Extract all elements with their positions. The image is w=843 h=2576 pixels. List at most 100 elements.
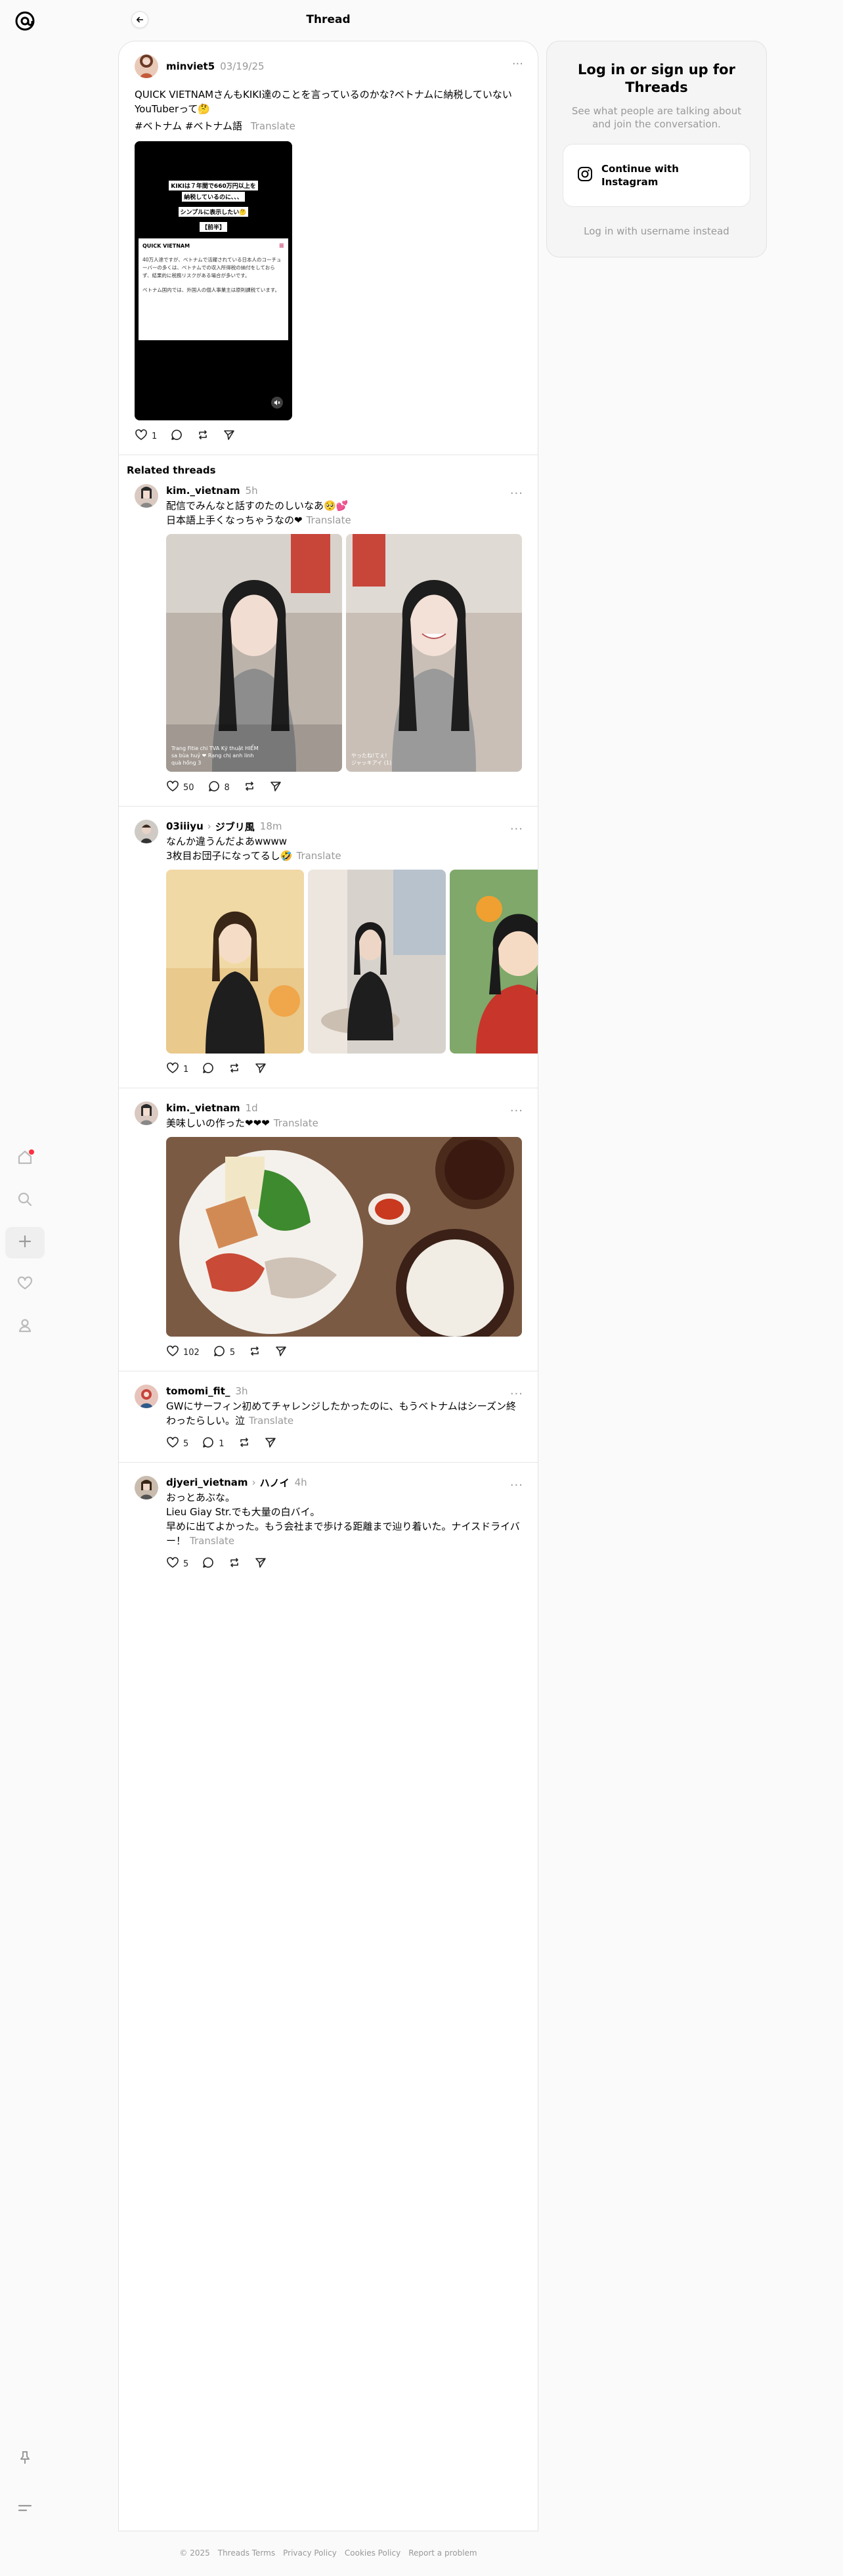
menu-button[interactable] xyxy=(5,2493,45,2525)
translate-link[interactable]: Translate xyxy=(251,120,295,132)
reply-button[interactable] xyxy=(202,1556,215,1572)
avatar[interactable] xyxy=(135,484,158,508)
more-options-icon[interactable]: ··· xyxy=(510,822,523,836)
more-options-icon[interactable]: ··· xyxy=(512,57,523,71)
like-button[interactable]: 50 xyxy=(166,780,194,795)
main-post: minviet5 03/19/25 ··· QUICK VIETNAMさんもKI… xyxy=(119,41,538,455)
comment-icon xyxy=(202,1436,215,1452)
post-time: 5h xyxy=(245,485,258,497)
share-button[interactable] xyxy=(269,780,282,795)
post-time: 3h xyxy=(235,1385,248,1397)
avatar[interactable] xyxy=(135,1476,158,1499)
username-link[interactable]: kim._vietnam xyxy=(166,485,240,497)
comment-icon xyxy=(202,1061,215,1077)
post-text-content: GWにサーフィン初めてチャレンジしたかったのに、もうベトナムはシーズン終わったら… xyxy=(166,1400,517,1427)
topic-tag[interactable]: ハノイ xyxy=(260,1476,290,1490)
video-body-text: 40万人達ですが、ベトナムで活躍されている日本人のコーチューバーの多くは、ベトナ… xyxy=(142,257,282,278)
reply-count: 8 xyxy=(224,782,230,793)
post-image[interactable]: やったね!てぇ! ジャッキアイ (1) xyxy=(346,534,522,772)
post-hashtags[interactable]: #ベトナム #ベトナム語 xyxy=(135,120,242,132)
heart-icon xyxy=(166,1436,179,1452)
reply-button[interactable]: 5 xyxy=(213,1344,235,1360)
post-image[interactable] xyxy=(450,870,538,1054)
instagram-icon xyxy=(576,166,601,186)
video-thumbnail[interactable]: KIKIは７年間で660万円以上を 納税しているのに、、、 シンプルに表示したい… xyxy=(135,141,292,420)
more-options-icon[interactable]: ··· xyxy=(510,1478,523,1492)
more-options-icon[interactable]: ··· xyxy=(510,1104,523,1118)
username-link[interactable]: 03iiiyu xyxy=(166,820,204,832)
repost-button[interactable] xyxy=(228,1556,241,1572)
post-image[interactable]: Trang Fitie chi TVA Kỹ thuật HIỂM sa bùa… xyxy=(166,534,342,772)
login-with-username-link[interactable]: Log in with username instead xyxy=(563,225,750,237)
avatar[interactable] xyxy=(135,1101,158,1125)
avatar[interactable] xyxy=(135,820,158,843)
translate-link[interactable]: Translate xyxy=(307,514,351,526)
related-threads-heading: Related threads xyxy=(127,464,216,476)
repost-button[interactable] xyxy=(238,1436,251,1452)
avatar[interactable] xyxy=(135,1385,158,1408)
like-button[interactable]: 5 xyxy=(166,1556,188,1572)
footer-privacy-link[interactable]: Privacy Policy xyxy=(283,2548,337,2558)
reply-button[interactable]: 8 xyxy=(207,780,230,795)
pin-button[interactable] xyxy=(5,2443,45,2475)
more-options-icon[interactable]: ··· xyxy=(510,487,523,500)
footer-terms-link[interactable]: Threads Terms xyxy=(218,2548,275,2558)
translate-link[interactable]: Translate xyxy=(190,1535,234,1547)
mute-icon[interactable] xyxy=(271,397,283,409)
like-button[interactable]: 5 xyxy=(166,1436,188,1452)
post-image[interactable] xyxy=(166,870,304,1054)
share-button[interactable] xyxy=(274,1344,288,1360)
username-link[interactable]: tomomi_fit_ xyxy=(166,1385,230,1397)
like-button[interactable]: 1 xyxy=(135,428,157,444)
username-link[interactable]: djyeri_vietnam xyxy=(166,1477,248,1488)
reply-button[interactable] xyxy=(170,428,183,444)
send-icon xyxy=(274,1344,288,1360)
continue-with-instagram-button[interactable]: Continue with Instagram xyxy=(563,144,750,207)
nav-profile[interactable] xyxy=(5,1311,45,1343)
search-icon xyxy=(16,1191,33,1210)
avatar[interactable] xyxy=(135,55,158,78)
share-button[interactable] xyxy=(264,1436,277,1452)
page-title: Thread xyxy=(306,13,351,26)
post-text: なんか違うんだよあwwww 3枚目お団子になってるし🤣 Translate xyxy=(166,834,522,863)
back-button[interactable] xyxy=(131,11,148,28)
like-count: 50 xyxy=(183,782,194,793)
repost-icon xyxy=(228,1556,241,1572)
related-thread: ··· kim._vietnam 5h 配信でみんなと話すのたのしいなあ🥺💕 日… xyxy=(119,479,538,807)
post-time: 1d xyxy=(245,1102,258,1114)
like-button[interactable]: 102 xyxy=(166,1344,200,1360)
share-button[interactable] xyxy=(254,1061,267,1077)
nav-create[interactable] xyxy=(5,1227,45,1258)
more-options-icon[interactable]: ··· xyxy=(510,1387,523,1401)
related-thread: ··· djyeri_vietnam › ハノイ 4h おっとあぶな。 Lieu… xyxy=(119,1463,538,1582)
copyright-text: © 2025 xyxy=(179,2548,210,2558)
nav-search[interactable] xyxy=(5,1185,45,1216)
translate-link[interactable]: Translate xyxy=(296,850,341,862)
post-image[interactable] xyxy=(308,870,446,1054)
nav-home[interactable] xyxy=(5,1143,45,1174)
reply-button[interactable]: 1 xyxy=(202,1436,225,1452)
repost-button[interactable] xyxy=(243,780,256,795)
topic-tag[interactable]: ジブリ風 xyxy=(215,820,255,833)
repost-button[interactable] xyxy=(196,428,209,444)
thread-feed: minviet5 03/19/25 ··· QUICK VIETNAMさんもKI… xyxy=(118,41,538,2531)
translate-link[interactable]: Translate xyxy=(249,1415,293,1427)
post-image[interactable] xyxy=(166,1137,522,1337)
share-button[interactable] xyxy=(223,428,236,444)
post-actions: 5 xyxy=(166,1556,522,1572)
repost-button[interactable] xyxy=(248,1344,261,1360)
like-count: 1 xyxy=(152,431,158,441)
share-button[interactable] xyxy=(254,1556,267,1572)
nav-activity[interactable] xyxy=(5,1269,45,1300)
like-button[interactable]: 1 xyxy=(166,1061,188,1077)
reply-button[interactable] xyxy=(202,1061,215,1077)
threads-logo-icon[interactable] xyxy=(13,9,37,33)
footer-report-link[interactable]: Report a problem xyxy=(408,2548,477,2558)
translate-link[interactable]: Translate xyxy=(274,1117,318,1129)
footer-cookies-link[interactable]: Cookies Policy xyxy=(345,2548,400,2558)
repost-icon xyxy=(243,780,256,795)
repost-button[interactable] xyxy=(228,1061,241,1077)
reply-count: 1 xyxy=(219,1438,225,1449)
username-link[interactable]: kim._vietnam xyxy=(166,1102,240,1114)
username-link[interactable]: minviet5 xyxy=(166,60,215,72)
